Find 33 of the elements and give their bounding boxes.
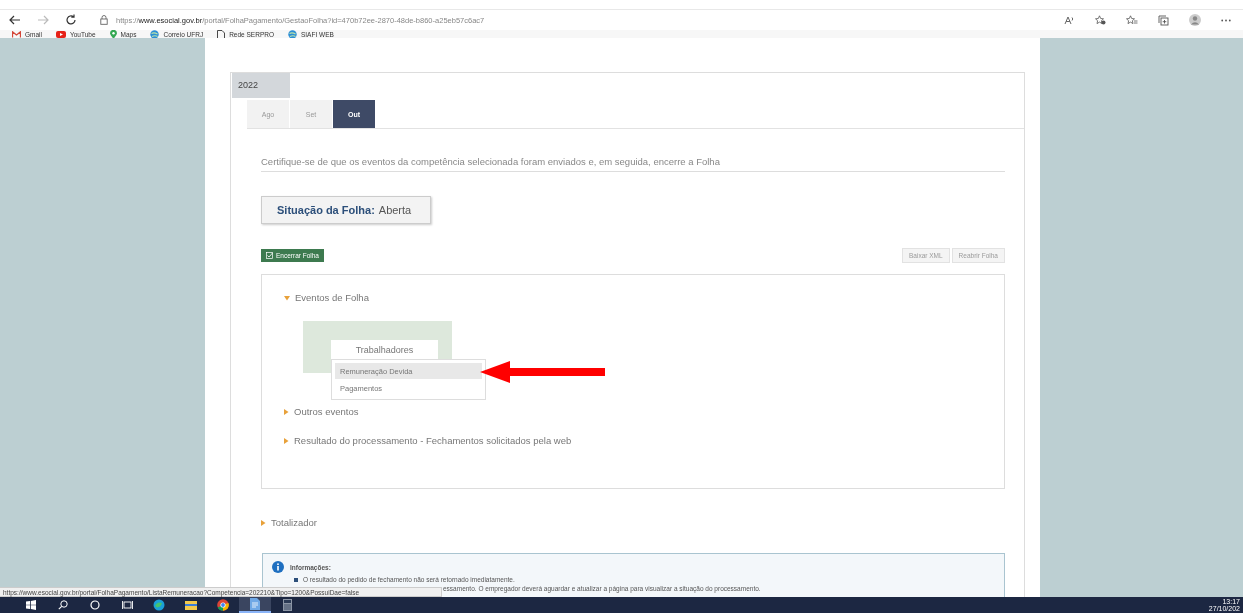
- read-aloud-icon[interactable]: [1064, 15, 1075, 25]
- task-view-icon[interactable]: [121, 600, 133, 610]
- calculator-icon[interactable]: [282, 599, 292, 611]
- chrome-icon[interactable]: [217, 599, 229, 611]
- favorites-icon[interactable]: [1126, 15, 1138, 25]
- globe-icon: [150, 30, 160, 39]
- more-icon[interactable]: [1221, 18, 1231, 22]
- globe-icon: [287, 30, 297, 39]
- status-panel: Situação da Folha: Aberta: [261, 196, 431, 224]
- section-toggle[interactable]: Resultado do processamento - Fechamentos solicitados pela web: [284, 434, 1004, 448]
- windows-icon[interactable]: [26, 600, 36, 610]
- mail-icon: [12, 31, 21, 38]
- edge-icon[interactable]: [153, 599, 165, 611]
- add-favorite-icon[interactable]: [1095, 15, 1106, 25]
- back-icon[interactable]: [8, 13, 22, 27]
- refresh-icon[interactable]: [64, 13, 78, 27]
- section-toggle[interactable]: Totalizador: [261, 516, 1005, 530]
- page-icon: [217, 29, 226, 40]
- workers-tab[interactable]: Trabalhadores: [331, 340, 438, 360]
- info-icon: [272, 561, 284, 573]
- year-tab[interactable]: 2022: [232, 73, 290, 98]
- folder-icon[interactable]: [185, 600, 197, 610]
- collections-icon[interactable]: [1158, 14, 1169, 26]
- profile-icon[interactable]: [1189, 14, 1201, 26]
- section-toggle[interactable]: Outros eventos: [284, 405, 1004, 419]
- document-icon[interactable]: [250, 598, 260, 610]
- search-icon[interactable]: [58, 600, 68, 610]
- section-toggle[interactable]: Eventos de Folha: [284, 291, 1004, 305]
- lock-icon: [100, 15, 108, 25]
- arrow-icon: [480, 361, 605, 383]
- circle-icon[interactable]: [90, 600, 100, 610]
- instruction-text: Certifique-se de que os eventos da competência selecionada foram enviados e, em seguida, encerre a Folha: [261, 155, 1005, 172]
- checkbox-icon: [266, 252, 273, 259]
